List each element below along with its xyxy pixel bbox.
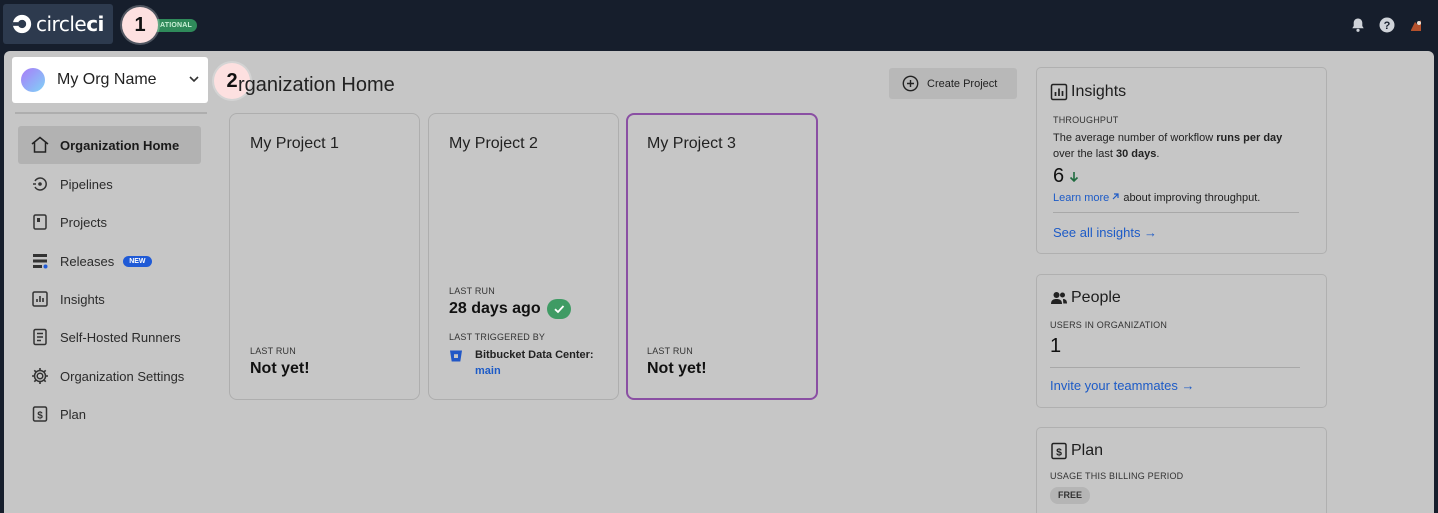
- sidebar-item-label: Organization Home: [60, 137, 180, 153]
- insights-card: Insights THROUGHPUT The average number o…: [1036, 67, 1327, 254]
- bitbucket-icon: [450, 350, 462, 362]
- project-name: My Project 3: [647, 135, 736, 152]
- learn-more-suffix: about improving throughput.: [1120, 192, 1261, 204]
- last-triggered-label: LAST TRIGGERED BY: [449, 332, 546, 342]
- plan-title: Plan: [1071, 442, 1104, 459]
- project-card-2[interactable]: My Project 2 LAST RUN 28 days ago LAST T…: [428, 113, 619, 400]
- insights-title: Insights: [1071, 83, 1127, 100]
- releases-icon: [33, 254, 48, 269]
- sidebar-item-organization-home[interactable]: Organization Home: [18, 126, 201, 164]
- sidebar-item-label: Pipelines: [60, 176, 113, 192]
- svg-text:?: ?: [1384, 20, 1391, 32]
- circleci-logo[interactable]: circleci: [3, 4, 113, 44]
- sidebar-item-releases[interactable]: Releases NEW: [18, 242, 201, 280]
- gear-icon: [32, 368, 48, 384]
- users-label: USERS IN ORGANIZATION: [1050, 320, 1168, 330]
- create-project-label: Create Project: [927, 77, 998, 90]
- sidebar-item-label: Insights: [60, 291, 105, 307]
- throughput-value: 6: [1053, 165, 1065, 187]
- sidebar-item-insights[interactable]: Insights: [18, 280, 201, 318]
- invite-teammates-link[interactable]: Invite your teammates →: [1050, 378, 1195, 393]
- external-link-icon: [1112, 193, 1119, 200]
- success-check-icon: [546, 299, 571, 319]
- sidebar-item-label: Releases: [60, 253, 115, 269]
- logo-text-bold: ci: [86, 12, 104, 36]
- new-badge: NEW: [123, 255, 152, 267]
- svg-text:$: $: [1056, 446, 1062, 458]
- svg-text:$: $: [37, 410, 43, 421]
- sidebar-item-label: Self-Hosted Runners: [60, 329, 181, 345]
- sidebar-item-pipelines[interactable]: Pipelines: [18, 165, 201, 203]
- people-card: People USERS IN ORGANIZATION 1 Invite yo…: [1036, 274, 1327, 408]
- circleci-logo-icon: [12, 14, 32, 34]
- sidebar-item-plan[interactable]: $ Plan: [18, 395, 201, 433]
- pipelines-icon: [33, 177, 47, 191]
- learn-more-link[interactable]: Learn more: [1053, 192, 1109, 204]
- bell-icon[interactable]: [1350, 17, 1366, 33]
- sidebar-item-label: Projects: [60, 214, 107, 230]
- last-run-section: LAST RUN 28 days ago LAST TRIGGERED BY B…: [449, 286, 594, 379]
- home-icon: [31, 136, 49, 153]
- insights-icon: [32, 291, 48, 307]
- trigger-source: Bitbucket Data Center:: [475, 349, 594, 361]
- plan-icon: $: [32, 406, 48, 422]
- trigger-branch-link[interactable]: main: [475, 363, 594, 379]
- sidebar-item-organization-settings[interactable]: Organization Settings: [18, 357, 201, 395]
- logo-text-light: circle: [36, 12, 87, 36]
- status-badge[interactable]: ATIONAL: [152, 19, 197, 32]
- step-badge-1: 1: [122, 7, 158, 43]
- last-run-label: LAST RUN: [647, 346, 693, 356]
- plan-card: $ Plan USAGE THIS BILLING PERIOD FREE: [1036, 427, 1327, 513]
- insights-divider: [1053, 212, 1299, 213]
- sidebar-item-label: Organization Settings: [60, 368, 185, 384]
- last-run-value: Not yet!: [250, 360, 310, 377]
- see-all-insights-link[interactable]: See all insights →: [1053, 225, 1157, 240]
- sidebar-divider: [15, 112, 207, 114]
- last-run-value: 28 days ago: [449, 300, 541, 317]
- user-avatar[interactable]: [1408, 17, 1424, 33]
- people-icon: [1051, 292, 1067, 304]
- project-card-1[interactable]: My Project 1 LAST RUN Not yet!: [229, 113, 420, 400]
- people-divider: [1050, 367, 1300, 368]
- sidebar-item-label: Plan: [60, 406, 87, 422]
- plus-circle-icon: [902, 75, 919, 92]
- plan-tier-badge: FREE: [1050, 487, 1091, 504]
- last-run-section: LAST RUN Not yet!: [647, 346, 707, 378]
- insights-icon: [1050, 83, 1068, 101]
- last-run-section: LAST RUN Not yet!: [250, 346, 310, 378]
- org-name: My Org Name: [57, 71, 157, 88]
- create-project-button[interactable]: Create Project: [889, 68, 1017, 99]
- page-title: rganization Home: [238, 74, 395, 96]
- org-selector[interactable]: My Org Name: [12, 57, 208, 103]
- throughput-description: The average number of workflow runs per …: [1053, 132, 1283, 160]
- project-name: My Project 2: [449, 135, 538, 152]
- people-title: People: [1071, 289, 1121, 306]
- last-run-label: LAST RUN: [449, 286, 495, 296]
- arrow-down-icon: [1070, 171, 1079, 182]
- top-bar: circleci ATIONAL ?: [0, 0, 1438, 51]
- last-run-label: LAST RUN: [250, 346, 296, 356]
- chevron-down-icon: [189, 76, 199, 83]
- throughput-label: THROUGHPUT: [1053, 115, 1119, 125]
- project-card-3[interactable]: My Project 3 LAST RUN Not yet!: [626, 113, 818, 400]
- help-icon[interactable]: ?: [1379, 17, 1395, 33]
- org-avatar: [21, 68, 45, 92]
- users-count: 1: [1050, 335, 1062, 357]
- projects-icon: [33, 214, 47, 230]
- runners-icon: [33, 328, 47, 346]
- last-run-value: Not yet!: [647, 360, 707, 377]
- sidebar-item-projects[interactable]: Projects: [18, 203, 201, 241]
- plan-icon: $: [1051, 442, 1067, 460]
- project-name: My Project 1: [250, 135, 339, 152]
- usage-label: USAGE THIS BILLING PERIOD: [1050, 471, 1184, 481]
- sidebar-item-self-hosted-runners[interactable]: Self-Hosted Runners: [18, 318, 201, 356]
